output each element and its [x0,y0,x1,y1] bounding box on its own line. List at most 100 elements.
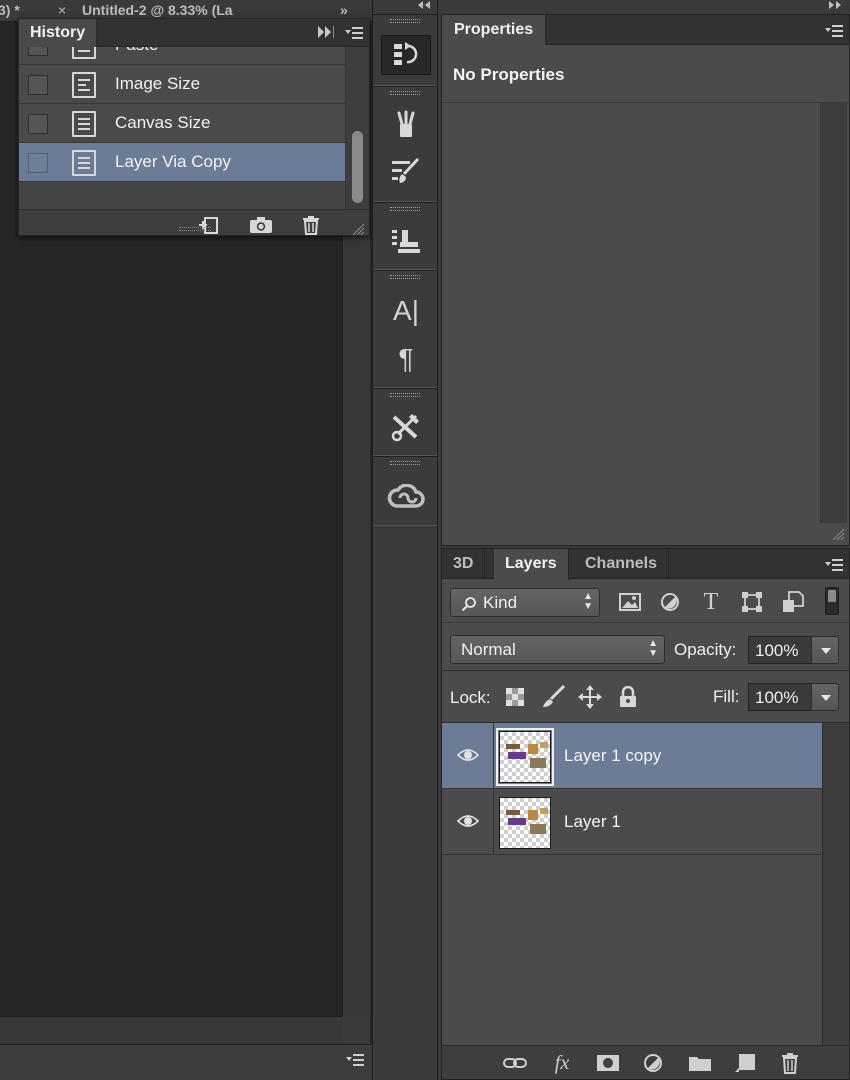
blend-mode-select[interactable]: Normal ▲ ▼ [450,635,665,664]
image-filter-icon[interactable] [617,589,643,615]
history-state-icon [72,47,96,59]
document-tab-untitled-2[interactable]: Untitled-2 @ 8.33% (La [82,2,233,18]
adjustment-layer-icon[interactable] [640,1051,668,1075]
filter-toggle-switch[interactable] [825,587,839,615]
opacity-label: Opacity: [674,640,737,659]
history-snapshot-checkbox[interactable] [28,75,48,95]
tool-presets-icon[interactable] [381,407,431,447]
lock-transparent-pixels-icon[interactable] [503,685,527,709]
select-arrows-icon: ▲ ▼ [648,638,658,659]
properties-panel: Properties No Properties [441,14,850,546]
lock-image-pixels-icon[interactable] [541,685,565,709]
eye-visibility-icon[interactable] [456,811,480,831]
lock-label: Lock: [450,688,491,707]
properties-title: No Properties [442,45,849,103]
layer-row-layer-1[interactable]: Layer 1 [442,789,822,855]
trash-icon[interactable] [299,215,323,235]
history-item-canvas-size[interactable]: Canvas Size [19,104,345,143]
tab-channels[interactable]: Channels [574,549,670,579]
tool-group-grip[interactable] [390,207,420,211]
resize-grip-icon[interactable] [351,222,365,235]
layer-name[interactable]: Layer 1 [564,812,621,832]
layer-name[interactable]: Layer 1 copy [564,746,661,766]
layer-row-layer-1-copy[interactable]: Layer 1 copy [442,723,822,789]
filter-kind-select[interactable]: Kind ▲ ▼ [450,588,600,617]
collapse-panel-icon[interactable] [317,25,334,41]
search-icon [461,597,476,612]
history-state-icon [72,111,96,137]
tool-group-grip[interactable] [390,91,420,95]
history-item-paste[interactable]: Paste [19,47,345,65]
more-tabs-icon[interactable]: » [340,2,348,18]
history-panel-menu-icon[interactable] [345,27,363,39]
tool-group-grip[interactable] [390,461,420,465]
history-tab[interactable]: History [19,19,98,48]
link-layers-icon[interactable] [501,1051,529,1075]
fill-label: Fill: [713,687,740,706]
group-folder-icon[interactable] [686,1051,714,1075]
collapse-dock-icon[interactable] [828,0,842,13]
tool-group-grip[interactable] [390,393,420,397]
layer-thumbnail[interactable] [499,797,551,849]
layers-panel-menu-icon[interactable] [825,559,843,571]
clone-source-icon[interactable] [381,221,431,261]
history-state-icon [72,72,96,98]
history-item-label: Layer Via Copy [115,152,231,171]
history-snapshot-checkbox[interactable] [28,153,48,173]
properties-scrollbar[interactable] [820,103,847,523]
properties-tab[interactable]: Properties [442,15,547,46]
history-panel-resize-grip[interactable] [179,227,211,231]
fx-icon[interactable]: fx [548,1051,576,1075]
panel-menu-icon[interactable] [346,1054,364,1066]
tab-3d[interactable]: 3D [442,549,486,579]
eye-visibility-icon[interactable] [456,745,480,765]
lock-all-icon[interactable] [616,685,640,709]
history-panel-icon[interactable] [381,35,431,75]
history-state-icon [72,150,96,176]
tool-group-history [373,14,437,86]
history-scrollbar[interactable] [345,47,369,209]
properties-panel-menu-icon[interactable] [825,25,843,37]
adjustment-filter-icon[interactable] [657,589,683,615]
tool-group-brushes [373,86,437,202]
history-item-label: Paste [115,47,158,55]
character-icon[interactable]: A| [381,291,431,331]
history-scrollbar-thumb[interactable] [352,131,363,203]
creative-cloud-icon[interactable] [381,477,431,517]
brush-presets-icon[interactable] [381,151,431,191]
tool-group-grip[interactable] [390,275,420,279]
history-item-layer-via-copy[interactable]: Layer Via Copy [19,143,345,182]
layer-thumbnail[interactable] [496,728,554,786]
paragraph-icon[interactable]: ¶ [381,339,431,379]
tab-layers[interactable]: Layers [494,549,569,580]
properties-panel-header: Properties [442,15,849,46]
history-snapshot-checkbox[interactable] [28,114,48,134]
expand-panels-icon[interactable] [417,0,431,13]
history-snapshot-checkbox[interactable] [28,47,48,56]
blend-mode-label: Normal [461,640,516,659]
history-item-image-size[interactable]: Image Size [19,65,345,104]
lock-position-icon[interactable] [578,685,602,709]
brushes-icon[interactable] [381,105,431,145]
fill-input[interactable]: 100% [748,683,812,711]
add-mask-icon[interactable] [594,1051,622,1075]
fill-dropdown-button[interactable] [811,683,839,711]
history-item-label: Image Size [115,74,201,93]
opacity-input[interactable]: 100% [748,636,812,664]
filter-kind-label: Kind [483,593,518,612]
new-layer-icon[interactable] [731,1051,759,1075]
layers-list: Layer 1 copy Layer 1 [442,723,822,1045]
resize-grip-icon[interactable] [831,527,845,541]
delete-layer-icon[interactable] [776,1051,804,1075]
layers-scrollbar[interactable] [822,723,849,1045]
camera-icon[interactable] [249,215,273,233]
previous-document-tab[interactable]: 3) * [0,2,20,18]
document-horizontal-scrollbar[interactable] [0,1016,342,1044]
smart-object-filter-icon[interactable] [780,589,806,615]
type-filter-icon[interactable]: T [698,589,724,615]
history-footer [19,209,369,235]
tool-group-grip[interactable] [390,19,420,23]
shape-filter-icon[interactable] [739,589,765,615]
close-tab-icon[interactable]: × [58,2,66,18]
opacity-dropdown-button[interactable] [811,636,839,664]
